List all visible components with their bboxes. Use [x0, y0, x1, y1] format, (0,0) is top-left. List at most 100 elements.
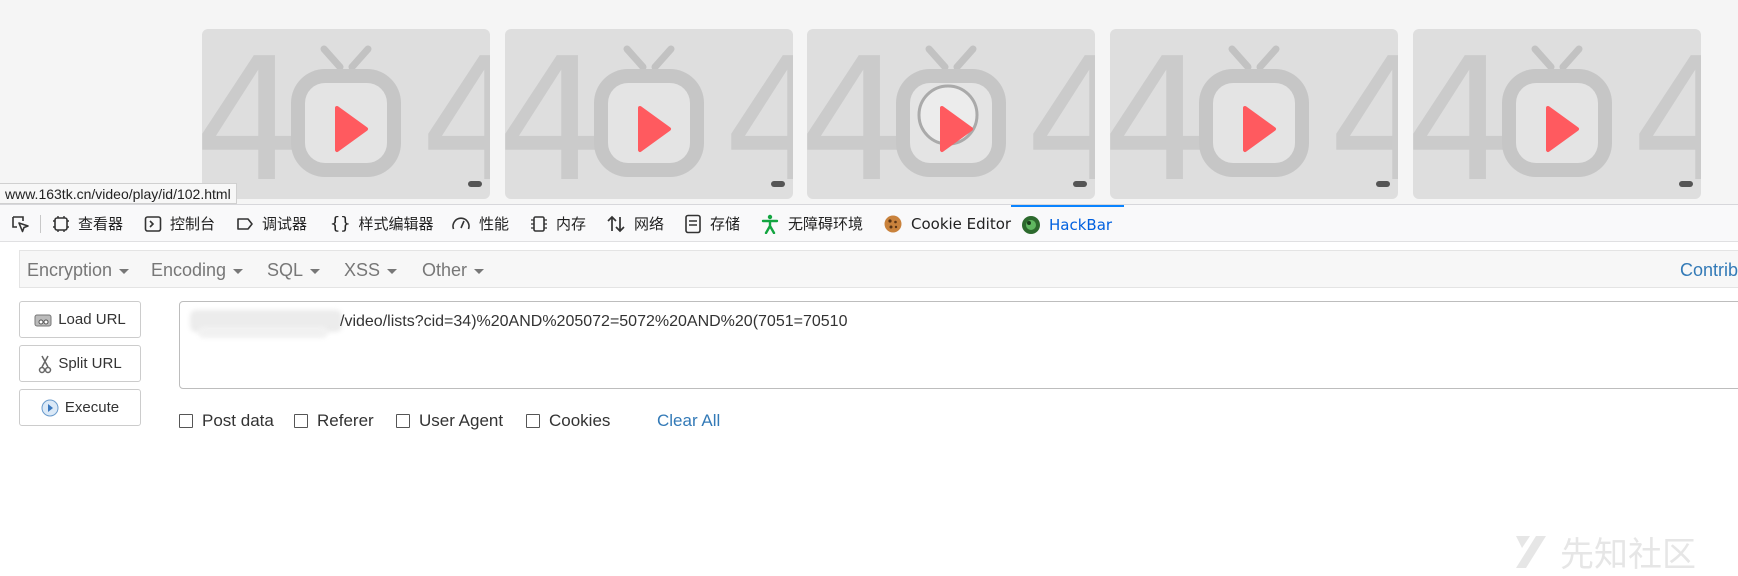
caret-down-icon [387, 269, 398, 274]
execute-button[interactable]: Execute [19, 389, 141, 426]
checkbox-label: Post data [202, 411, 274, 430]
url-textarea[interactable]: /video/lists?cid=34)%20AND%205072=5072%2… [179, 301, 1738, 389]
execute-icon [41, 399, 59, 416]
contrib-link[interactable]: Contrib [1680, 260, 1738, 281]
debugger-icon [237, 217, 253, 230]
caret-down-icon [119, 269, 130, 274]
error-digit: 4 [807, 29, 907, 199]
tab-console[interactable]: 控制台 [144, 205, 215, 242]
cookies-checkbox[interactable]: Cookies [526, 411, 610, 431]
tv-play-icon: 44 [1413, 29, 1701, 199]
caret-down-icon [474, 269, 485, 274]
duration-badge [468, 181, 482, 187]
duration-badge [1073, 181, 1087, 187]
url-value: /video/lists?cid=34)%20AND%205072=5072%2… [340, 313, 848, 330]
checkbox-box[interactable] [179, 414, 193, 428]
storage-icon [685, 214, 701, 233]
cookie-icon [884, 215, 902, 232]
tv-play-icon: 44 [505, 29, 793, 199]
tab-label: 网络 [634, 215, 665, 233]
menu-xss[interactable]: XSS [344, 260, 398, 281]
tab-inspector[interactable]: 查看器 [52, 205, 123, 242]
caret-down-icon [233, 269, 244, 274]
accessibility-icon [761, 214, 779, 234]
watermark-logo-icon [1516, 535, 1546, 568]
tab-performance[interactable]: 性能 [451, 205, 509, 242]
tab-accessibility[interactable]: 无障碍环境 [760, 205, 863, 242]
menu-label: SQL [267, 260, 304, 280]
element-picker-button[interactable] [10, 205, 30, 242]
user-agent-checkbox[interactable]: User Agent [396, 411, 503, 431]
tab-label: 控制台 [170, 215, 216, 233]
tab-cookie-editor[interactable]: Cookie Editor [883, 205, 1011, 242]
hackbar-menu: Encryption Encoding SQL XSS Other Contri… [19, 250, 1738, 288]
checkbox-box[interactable] [396, 414, 410, 428]
split-url-button[interactable]: Split URL [19, 345, 141, 382]
redacted-host [198, 326, 328, 338]
status-bar-url: www.163tk.cn/video/play/id/102.html [0, 183, 237, 204]
tv-play-icon: 44 [807, 29, 1095, 199]
error-digit: 4 [723, 29, 793, 199]
tab-label: 无障碍环境 [788, 215, 864, 233]
button-label: Execute [64, 399, 120, 416]
checkbox-label: Referer [317, 411, 374, 430]
duration-badge [1679, 181, 1693, 187]
load-url-button[interactable]: Load URL [19, 301, 141, 338]
tab-memory[interactable]: 内存 [530, 205, 586, 242]
clear-all-link[interactable]: Clear All [657, 411, 720, 431]
menu-encryption[interactable]: Encryption [27, 260, 130, 281]
tab-storage[interactable]: 存储 [684, 205, 740, 242]
checkbox-box[interactable] [526, 414, 540, 428]
menu-sql[interactable]: SQL [267, 260, 321, 281]
menu-label: Encoding [151, 260, 227, 280]
tab-label: 内存 [556, 215, 587, 233]
menu-other[interactable]: Other [422, 260, 485, 281]
error-digit: 4 [1413, 29, 1513, 199]
post-data-checkbox[interactable]: Post data [179, 411, 274, 431]
tab-label: 调试器 [262, 215, 308, 233]
tv-play-icon: 44 [202, 29, 490, 199]
video-thumbnails-area: 4444444444 www.163tk.cn/video/play/id/10… [0, 0, 1738, 204]
menu-label: Encryption [27, 260, 113, 280]
watermark-text: 先知社区 [1560, 535, 1696, 575]
menu-encoding[interactable]: Encoding [151, 260, 244, 281]
duration-badge [771, 181, 785, 187]
tab-style-editor[interactable]: {} 样式编辑器 [330, 205, 434, 242]
error-digit: 4 [1025, 29, 1095, 199]
video-thumbnail[interactable]: 44 [505, 29, 793, 199]
scissors-icon [39, 355, 52, 373]
error-digit: 4 [1110, 29, 1210, 199]
error-digit: 4 [505, 29, 605, 199]
tab-debugger[interactable]: 调试器 [236, 205, 307, 242]
caret-down-icon [310, 269, 321, 274]
tab-label: 存储 [710, 215, 741, 233]
style-editor-icon: {} [330, 213, 351, 234]
video-thumbnail[interactable]: 44 [1110, 29, 1398, 199]
tab-label: 查看器 [78, 215, 124, 233]
inspector-icon [53, 215, 69, 232]
watermark: 先知社区 [1512, 527, 1696, 576]
checkbox-label: Cookies [549, 411, 611, 430]
video-thumbnail[interactable]: 44 [1413, 29, 1701, 199]
duration-badge [1376, 181, 1390, 187]
tab-label: 性能 [479, 215, 510, 233]
tv-play-icon: 44 [1110, 29, 1398, 199]
button-label: Split URL [58, 355, 122, 372]
error-digit: 4 [202, 29, 302, 199]
referer-checkbox[interactable]: Referer [294, 411, 374, 431]
tab-label: 样式编辑器 [358, 215, 434, 233]
error-digit: 4 [420, 29, 490, 199]
memory-icon [531, 215, 547, 232]
checkbox-box[interactable] [294, 414, 308, 428]
console-icon [144, 215, 162, 232]
network-icon [607, 215, 625, 232]
element-picker-icon [12, 215, 29, 232]
error-digit: 4 [1631, 29, 1701, 199]
menu-label: XSS [344, 260, 381, 280]
tab-network[interactable]: 网络 [606, 205, 664, 242]
tab-hackbar[interactable]: HackBar [1011, 205, 1125, 242]
video-thumbnail[interactable]: 44 [807, 29, 1095, 199]
checkbox-label: User Agent [419, 411, 504, 430]
button-label: Load URL [58, 311, 126, 328]
video-thumbnail[interactable]: 44 [202, 29, 490, 199]
